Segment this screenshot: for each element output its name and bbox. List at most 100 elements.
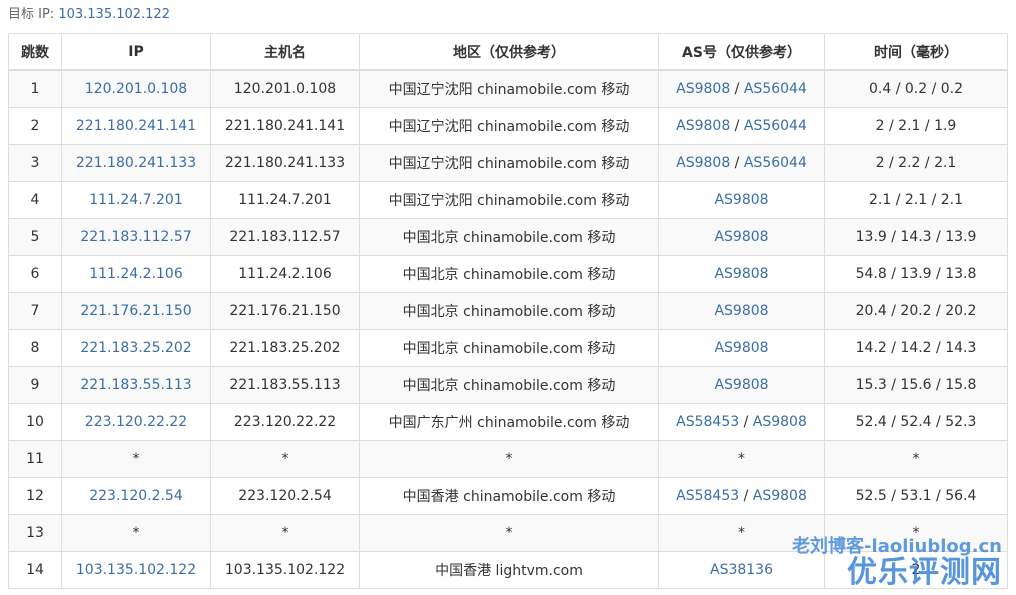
region-cell: 中国北京 chinamobile.com 移动 [359, 218, 659, 256]
as-link[interactable]: AS9808 [714, 340, 768, 356]
target-ip-label: 目标 IP: [8, 7, 55, 22]
ip-link[interactable]: 223.120.22.22 [85, 414, 187, 430]
region-cell: 中国辽宁沈阳 chinamobile.com 移动 [359, 144, 659, 182]
as-link[interactable]: AS58453 [676, 488, 739, 504]
region-cell: 中国北京 chinamobile.com 移动 [359, 329, 659, 367]
ip-link[interactable]: 221.176.21.150 [80, 303, 191, 319]
as-link[interactable]: AS9808 [714, 266, 768, 282]
as-link[interactable]: AS58453 [676, 414, 739, 430]
ip-cell: 221.183.25.202 [61, 329, 211, 367]
as-cell: AS9808 [658, 366, 825, 404]
ip-cell: * [61, 440, 211, 478]
ip-text: * [132, 451, 140, 467]
hostname-cell: 223.120.22.22 [210, 403, 360, 441]
time-text: 2 / 2.2 / 2.1 [875, 155, 957, 171]
as-link[interactable]: AS9808 [714, 303, 768, 319]
hop-cell: 6 [8, 255, 62, 293]
as-separator: / [730, 155, 744, 171]
as-link[interactable]: AS9808 [676, 81, 730, 97]
ip-link[interactable]: 221.183.112.57 [80, 229, 191, 245]
ip-cell: 221.183.112.57 [61, 218, 211, 256]
region-cell: 中国香港 chinamobile.com 移动 [359, 477, 659, 515]
as-link[interactable]: AS9808 [714, 229, 768, 245]
as-cell: AS58453 / AS9808 [658, 477, 825, 515]
as-cell: AS9808 [658, 181, 825, 219]
ip-cell: 221.180.241.141 [61, 107, 211, 145]
ip-link[interactable]: 103.135.102.122 [76, 562, 196, 578]
ip-link[interactable]: 221.183.25.202 [80, 340, 191, 356]
ip-link[interactable]: 111.24.2.106 [89, 266, 183, 282]
table-body: 1 120.201.0.108 120.201.0.108 中国辽宁沈阳 chinam… [8, 69, 1008, 589]
ip-cell: 120.201.0.108 [61, 69, 211, 108]
ip-cell: 223.120.2.54 [61, 477, 211, 515]
as-text: * [738, 451, 745, 467]
hop-text: 13 [26, 525, 44, 541]
time-text: 14.2 / 14.2 / 14.3 [855, 340, 977, 356]
hostname-cell: 111.24.2.106 [210, 255, 360, 293]
hostname-cell: 221.183.25.202 [210, 329, 360, 367]
column-header-as: AS号（仅供参考） [658, 33, 825, 71]
target-ip-line: 目标 IP: 103.135.102.122 [8, 6, 170, 24]
time-cell: 52.4 / 52.4 / 52.3 [824, 403, 1008, 441]
time-text: 20.4 / 20.2 / 20.2 [855, 303, 977, 319]
as-link[interactable]: AS38136 [710, 562, 773, 578]
region-cell: 中国辽宁沈阳 chinamobile.com 移动 [359, 181, 659, 219]
ip-cell: * [61, 514, 211, 552]
hostname-cell: 120.201.0.108 [210, 69, 360, 108]
as-cell: AS38136 [658, 551, 825, 589]
as-link[interactable]: AS9808 [676, 118, 730, 134]
time-text: 0.4 / 0.2 / 0.2 [868, 81, 964, 97]
ip-link[interactable]: 221.180.241.133 [76, 155, 196, 171]
as-link[interactable]: AS56044 [744, 81, 807, 97]
time-text: 52.5 / 53.1 / 56.4 [855, 488, 977, 504]
as-link[interactable]: AS56044 [744, 155, 807, 171]
hop-text: 8 [30, 340, 40, 356]
as-link[interactable]: AS56044 [744, 118, 807, 134]
hostname-text: 120.201.0.108 [233, 81, 337, 97]
time-cell: * [824, 514, 1008, 552]
as-cell: AS58453 / AS9808 [658, 403, 825, 441]
region-text: 中国香港 chinamobile.com 移动 [402, 489, 616, 505]
column-header-time: 时间（毫秒） [824, 33, 1008, 71]
table-row: 10 223.120.22.22 223.120.22.22 中国广东广州 china… [8, 403, 1008, 441]
as-link[interactable]: AS9808 [676, 155, 730, 171]
hop-text: 5 [30, 229, 40, 245]
ip-link[interactable]: 120.201.0.108 [85, 81, 187, 97]
table-header-row: 跳数 IP 主机名 地区（仅供参考） AS号（仅供参考） 时间（毫秒） [8, 33, 1008, 71]
time-cell: 15.3 / 15.6 / 15.8 [824, 366, 1008, 404]
time-cell: 2 / 2.1 / 1.9 [824, 107, 1008, 145]
ip-cell: 111.24.7.201 [61, 181, 211, 219]
time-text: 15.3 / 15.6 / 15.8 [855, 377, 977, 393]
table-row: 7 221.176.21.150 221.176.21.150 中国北京 chinam… [8, 292, 1008, 330]
as-cell: AS9808 [658, 218, 825, 256]
as-link[interactable]: AS9808 [753, 414, 807, 430]
region-text: 中国香港 lightvm.com [435, 563, 583, 579]
ip-link[interactable]: 223.120.2.54 [89, 488, 183, 504]
time-text: 13.9 / 14.3 / 13.9 [855, 229, 977, 245]
hostname-text: * [281, 451, 289, 467]
ip-cell: 221.180.241.133 [61, 144, 211, 182]
ip-cell: 221.183.55.113 [61, 366, 211, 404]
ip-link[interactable]: 221.180.241.141 [76, 118, 196, 134]
region-text: 中国辽宁沈阳 chinamobile.com 移动 [388, 82, 630, 98]
as-link[interactable]: AS9808 [753, 488, 807, 504]
ip-link[interactable]: 221.183.55.113 [80, 377, 191, 393]
region-text: 中国北京 chinamobile.com 移动 [402, 267, 616, 283]
hostname-cell: * [210, 440, 360, 478]
region-text: 中国辽宁沈阳 chinamobile.com 移动 [388, 119, 630, 135]
ip-link[interactable]: 111.24.7.201 [89, 192, 183, 208]
table-row: 9 221.183.55.113 221.183.55.113 中国北京 chinam… [8, 366, 1008, 404]
target-ip-value: 103.135.102.122 [58, 7, 170, 22]
region-text: 中国辽宁沈阳 chinamobile.com 移动 [388, 156, 630, 172]
hop-cell: 5 [8, 218, 62, 256]
ip-cell: 223.120.22.22 [61, 403, 211, 441]
region-text: 中国北京 chinamobile.com 移动 [402, 341, 616, 357]
hostname-text: 221.183.55.113 [229, 377, 341, 393]
hop-cell: 2 [8, 107, 62, 145]
region-cell: * [359, 440, 659, 478]
as-link[interactable]: AS9808 [714, 377, 768, 393]
hostname-text: 223.120.2.54 [238, 488, 332, 504]
time-cell: 52.5 / 53.1 / 56.4 [824, 477, 1008, 515]
hop-cell: 9 [8, 366, 62, 404]
as-link[interactable]: AS9808 [714, 192, 768, 208]
